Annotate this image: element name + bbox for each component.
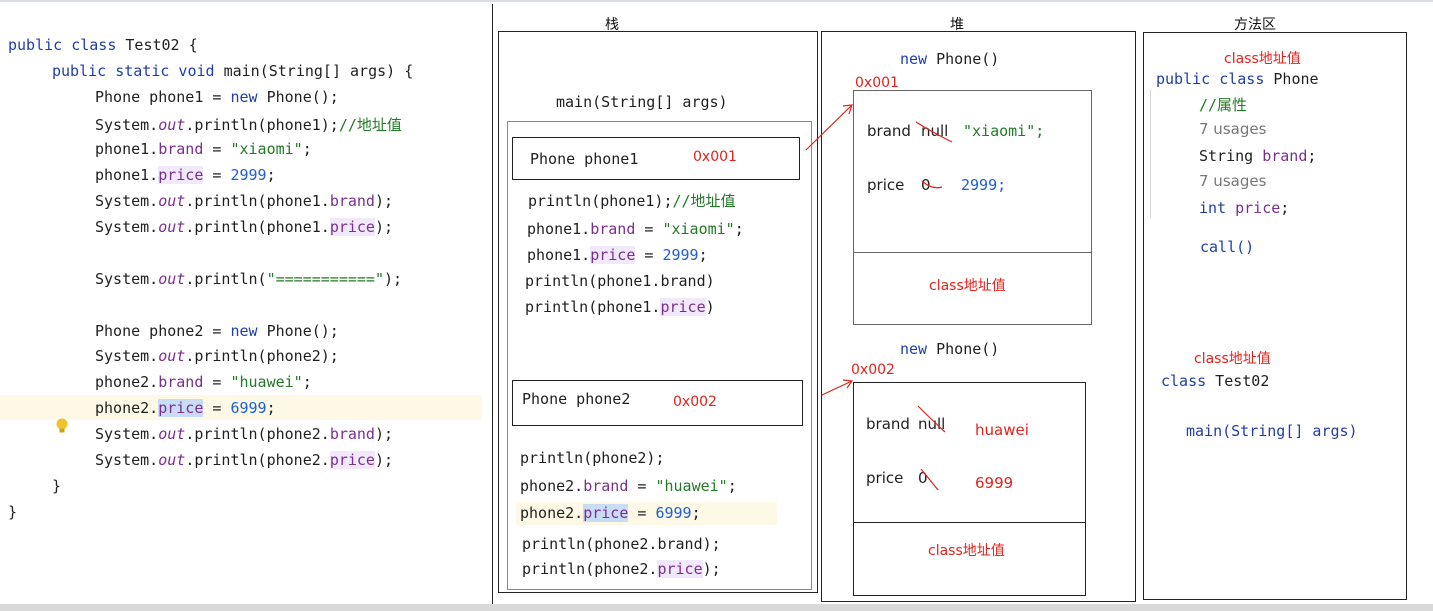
method-area-panel (1143, 32, 1407, 600)
usages-hint: 7 usages (1199, 120, 1267, 138)
field-price: int price; (1199, 199, 1290, 217)
strike-obj2-price (920, 468, 939, 491)
method-area-guide (1150, 90, 1151, 218)
horizontal-scrollbar[interactable] (0, 604, 1433, 611)
arrow-phone1-to-obj1 (805, 104, 853, 151)
class1-comment: //属性 (1199, 96, 1248, 114)
class2-main-method: main(String[] args) (1186, 422, 1358, 440)
strike-obj2-brand (917, 405, 946, 433)
field-brand: String brand; (1199, 147, 1317, 165)
strike-obj1-brand (915, 121, 953, 143)
class1-address: class地址值 (1224, 51, 1301, 67)
usages-hint: 7 usages (1199, 172, 1267, 190)
strike-obj1-price (921, 180, 943, 189)
class2-address: class地址值 (1194, 351, 1271, 367)
class2-declaration: class Test02 (1161, 372, 1270, 390)
class1-declaration: public class Phone (1156, 70, 1319, 88)
method-call: call() (1200, 238, 1255, 256)
